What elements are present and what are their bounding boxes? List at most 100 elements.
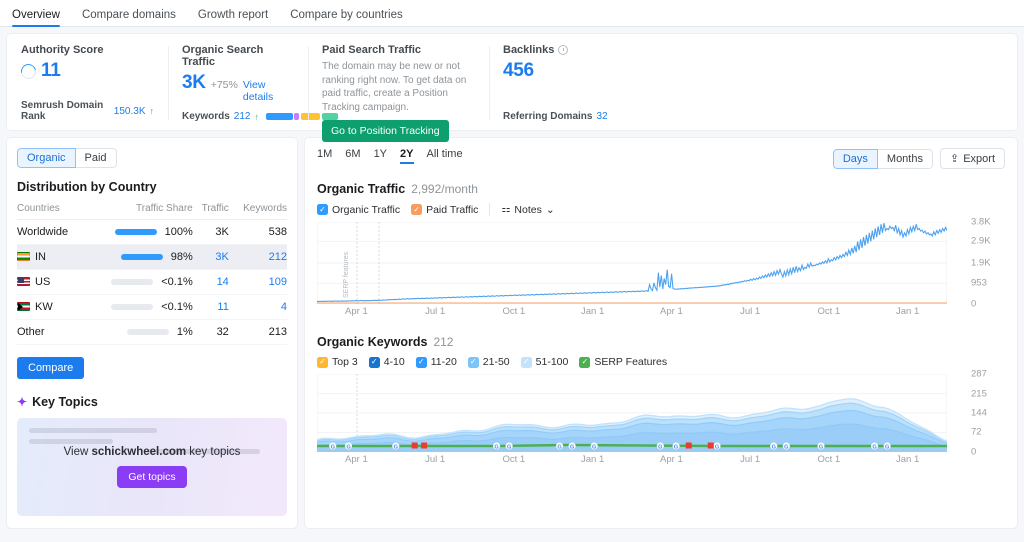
checkbox-icon[interactable]: ✓ [415,356,427,368]
bar-segment [294,113,300,120]
legend-label: 21-50 [482,356,510,368]
charts-panel: 1M 6M 1Y 2Y All time Days Months ⇪ Export Or… [304,137,1018,529]
legend-label: 4-10 [383,356,405,368]
top-tab-bar: Overview Compare domains Growth report C… [0,0,1024,27]
referring-domains-value[interactable]: 32 [596,111,607,122]
country-name: KW [35,301,53,313]
tab-compare-by-countries[interactable]: Compare by countries [290,9,403,26]
backlinks-value[interactable]: 456 [503,60,534,82]
cell-keywords[interactable]: 109 [228,269,287,295]
keywords-label: Keywords [182,111,230,122]
range-6m[interactable]: 6M [345,148,360,163]
chevron-down-icon: ⌄ [545,203,555,216]
semrush-domain-rank-value[interactable]: 150.3K [114,106,146,117]
legend-serp-features[interactable]: ✓ SERP Features [579,356,667,368]
x-tick: Oct 1 [502,454,526,465]
x-tick: Apr 1 [345,454,368,465]
compare-button[interactable]: Compare [17,357,85,379]
toggle-paid[interactable]: Paid [75,148,117,168]
table-row[interactable]: Other 1% 32 213 [17,319,287,345]
authority-score-title: Authority Score [21,44,104,56]
divider [489,203,491,216]
toggle-days[interactable]: Days [832,148,878,169]
paid-search-traffic-card: Paid Search Traffic The domain may be ne… [308,44,489,142]
referring-domains-label: Referring Domains [503,111,593,122]
promo-suffix: key topics [186,446,241,458]
range-2y[interactable]: 2Y [400,148,414,164]
tab-overview[interactable]: Overview [12,9,60,27]
cell-traffic-share: 98% [84,244,193,270]
organic-traffic-chart[interactable]: SERP features 3.8K 2.9K 1.9K 953 0 Apr 1 Jul … [317,217,1005,317]
cell-traffic: 3K [192,219,229,245]
range-1m[interactable]: 1M [317,148,332,163]
cell-country: Worldwide [17,219,85,245]
organic-traffic-value-row: 3K +75% View details [182,72,294,103]
toggle-organic[interactable]: Organic [17,148,76,168]
tab-compare-domains[interactable]: Compare domains [82,9,176,26]
cell-traffic[interactable]: 14 [192,269,229,295]
cell-traffic[interactable]: 11 [192,294,229,320]
x-tick: Apr 1 [660,454,683,465]
cell-traffic[interactable]: 3K [192,244,229,270]
y-tick: 2.9K [971,235,991,247]
x-tick: Apr 1 [660,306,683,317]
backlinks-card: Backlinks 456 Referring Domains 32 [489,44,1017,122]
table-row[interactable]: US <0.1% 14 109 [17,269,287,295]
checkbox-icon[interactable]: ✓ [368,356,380,368]
table-header-row: Countries Traffic Share Traffic Keywords [17,203,287,220]
organic-keywords-chart[interactable]: G G G G G G G G G G G G G G G G 287 215 144 72 0 Apr 1 Jul 1… [317,369,1005,465]
y-tick: 1.9K [971,257,991,269]
organic-keywords-chart-label: Organic Keywords [317,335,428,349]
checkbox-icon[interactable]: ✓ [467,356,479,368]
keywords-value[interactable]: 212 [234,111,251,122]
legend-11-20[interactable]: ✓ 11-20 [415,356,457,368]
range-1y[interactable]: 1Y [374,148,387,163]
go-to-position-tracking-button[interactable]: Go to Position Tracking [322,120,449,142]
tab-growth-report[interactable]: Growth report [198,9,268,26]
legend-4-10[interactable]: ✓ 4-10 [368,356,405,368]
svg-text:G: G [658,444,662,450]
notes-dropdown[interactable]: ⚏ Notes ⌄ [501,204,554,216]
x-tick: Jan 1 [896,306,920,317]
checkbox-icon[interactable]: ✓ [579,356,591,368]
organic-traffic-value[interactable]: 3K [182,72,206,94]
svg-text:G: G [885,444,889,450]
table-row[interactable]: Worldwide 100% 3K 538 [17,219,287,245]
table-row[interactable]: KW <0.1% 11 4 [17,294,287,320]
cell-country: IN [17,244,85,270]
promo-prefix: View [63,446,92,458]
cell-keywords[interactable]: 212 [228,244,287,270]
svg-text:G: G [507,444,511,450]
y-tick: 0 [971,298,977,310]
y-tick: 215 [971,388,987,400]
export-button[interactable]: ⇪ Export [939,148,1005,169]
checkbox-icon[interactable]: ✓ [317,204,328,215]
paid-traffic-title: Paid Search Traffic [322,44,422,56]
legend-organic-traffic[interactable]: ✓ Organic Traffic [317,204,400,216]
svg-text:G: G [819,444,823,450]
checkbox-icon[interactable]: ✓ [317,356,328,368]
organic-traffic-legend: ✓ Organic Traffic ✓ Paid Traffic ⚏ Notes… [317,203,1005,216]
share-value: 100% [164,226,193,238]
y-tick: 3.8K [971,216,991,228]
view-details-link[interactable]: View details [243,79,294,103]
legend-paid-traffic[interactable]: ✓ Paid Traffic [411,204,478,216]
checkbox-icon[interactable]: ✓ [411,204,423,215]
toggle-months[interactable]: Months [877,148,933,169]
range-all-time[interactable]: All time [427,148,463,163]
svg-text:G: G [394,444,398,450]
table-row[interactable]: IN 98% 3K 212 [17,244,287,270]
organic-traffic-chart-title: Organic Traffic 2,992/month [317,182,1005,196]
paid-traffic-description: The domain may be new or not ranking rig… [322,61,467,113]
country-name: IN [35,251,46,263]
cell-keywords[interactable]: 4 [228,294,287,320]
get-topics-button[interactable]: Get topics [117,466,187,488]
share-bar [111,279,154,285]
y-tick: 953 [971,277,987,289]
legend-top-3[interactable]: ✓ Top 3 [317,356,358,368]
legend-label: 11-20 [430,356,457,368]
legend-51-100[interactable]: ✓ 51-100 [520,356,568,368]
share-value: <0.1% [161,301,193,313]
checkbox-icon[interactable]: ✓ [520,356,532,368]
legend-21-50[interactable]: ✓ 21-50 [467,356,510,368]
